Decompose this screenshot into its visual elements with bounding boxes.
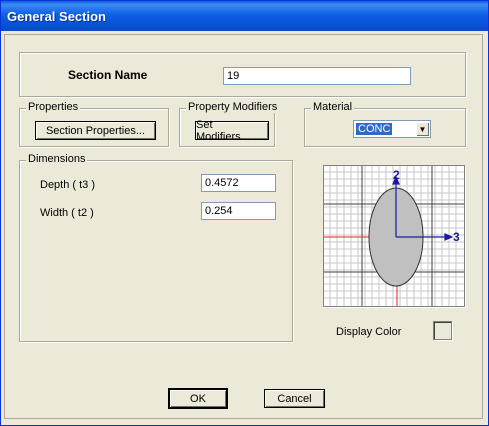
section-preview: 2 3 xyxy=(323,165,465,307)
dimensions-legend: Dimensions xyxy=(26,153,88,165)
dimensions-group: Dimensions Depth ( t3 ) Width ( t2 ) xyxy=(19,153,293,342)
section-preview-drawing: 2 3 xyxy=(324,166,464,306)
property-modifiers-group: Property Modifiers Set Modifiers... xyxy=(179,101,280,147)
axis-2-label: 2 xyxy=(393,168,400,182)
display-color-swatch[interactable] xyxy=(433,321,452,340)
depth-input[interactable] xyxy=(201,174,276,192)
width-label: Width ( t2 ) xyxy=(40,207,94,219)
section-name-label: Section Name xyxy=(68,68,148,82)
cancel-button[interactable]: Cancel xyxy=(264,389,325,408)
title-bar[interactable]: General Section xyxy=(1,1,488,31)
material-group: Material CONC ▼ xyxy=(304,101,466,147)
depth-label: Depth ( t3 ) xyxy=(40,179,96,191)
section-name-panel: Section Name xyxy=(19,52,466,97)
set-modifiers-button[interactable]: Set Modifiers... xyxy=(195,119,269,143)
properties-group: Properties Section Properties... xyxy=(19,101,169,147)
display-color-label: Display Color xyxy=(336,326,402,338)
dialog-body: Section Name Properties Section Properti… xyxy=(4,31,485,423)
section-properties-button[interactable]: Section Properties... xyxy=(35,121,156,140)
material-select[interactable]: CONC ▼ xyxy=(353,120,431,138)
chevron-down-icon[interactable]: ▼ xyxy=(416,122,429,136)
ok-button[interactable]: OK xyxy=(168,388,228,409)
general-section-dialog: General Section Section Name Properties … xyxy=(0,0,489,426)
section-name-input[interactable] xyxy=(223,67,411,85)
property-modifiers-legend: Property Modifiers xyxy=(186,101,280,113)
window-title: General Section xyxy=(7,9,106,24)
material-legend: Material xyxy=(311,101,355,113)
properties-legend: Properties xyxy=(26,101,81,113)
material-selected-value: CONC xyxy=(354,122,394,136)
axis-3-label: 3 xyxy=(453,230,460,244)
width-input[interactable] xyxy=(201,202,276,220)
